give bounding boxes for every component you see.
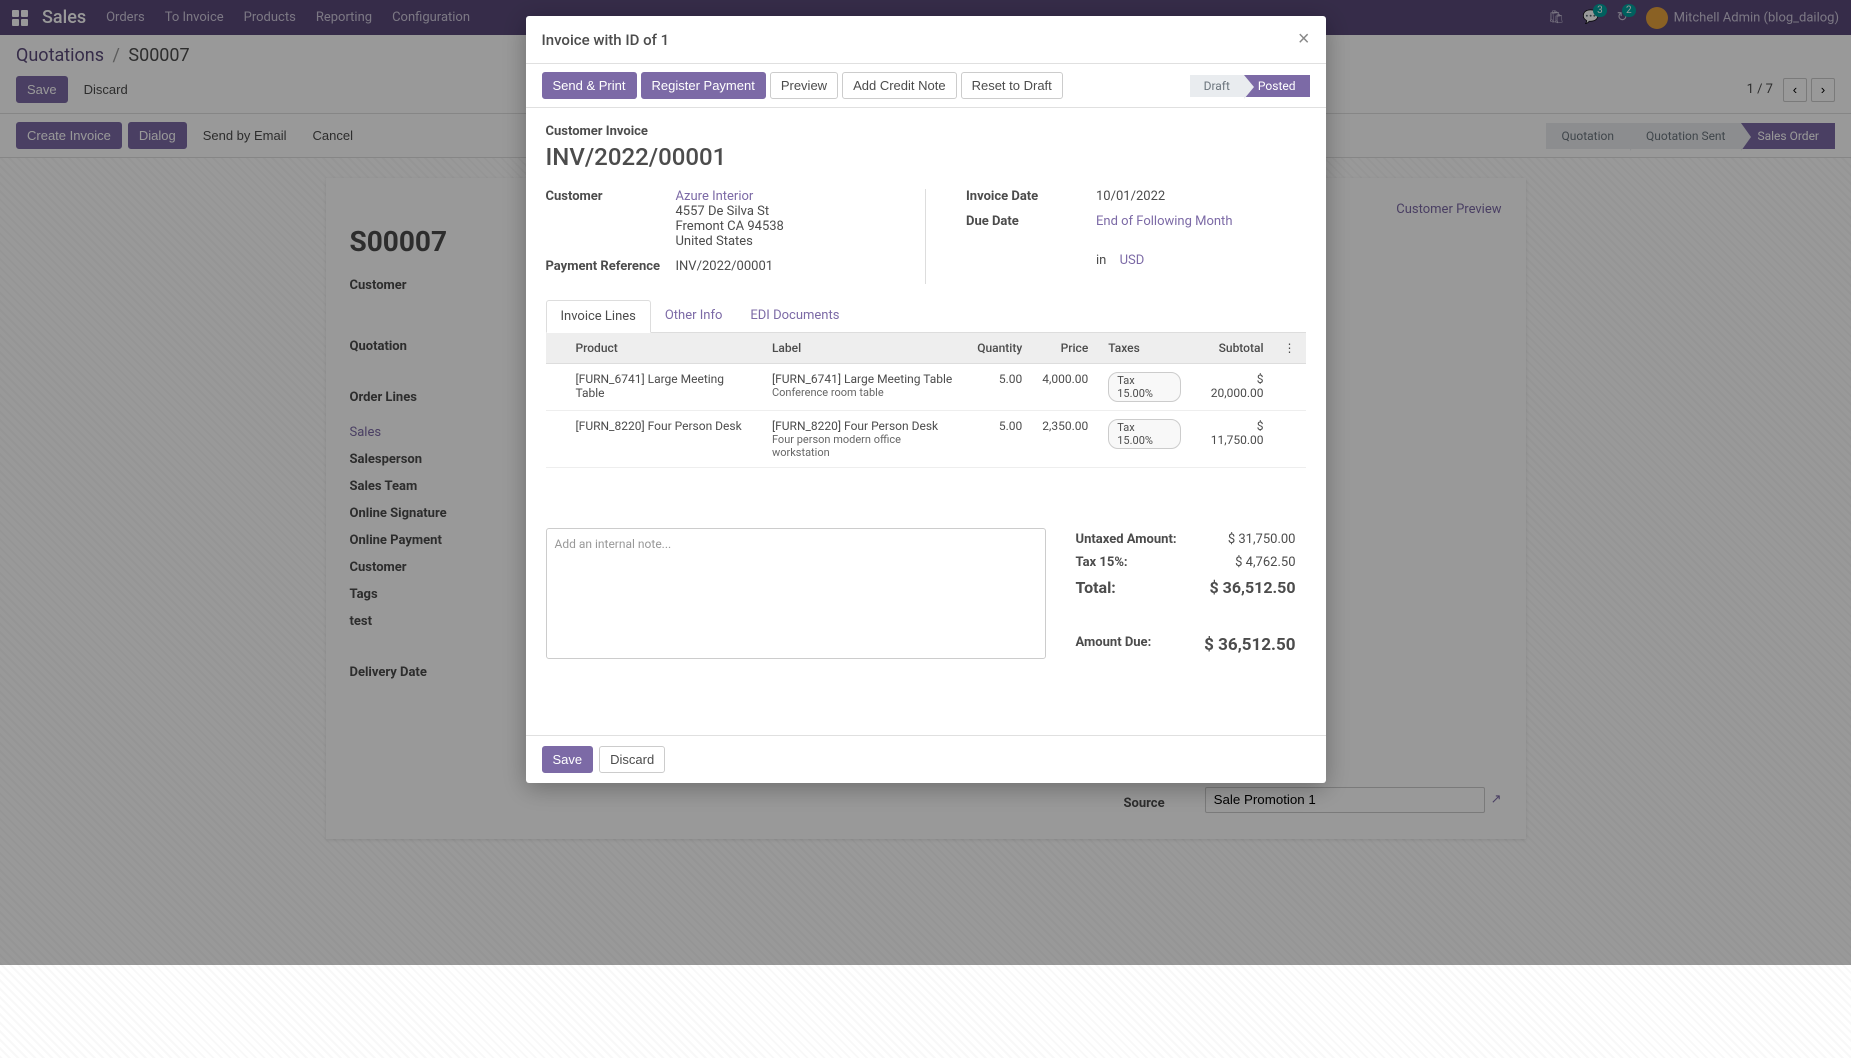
- col-taxes: Taxes: [1098, 333, 1191, 364]
- total-label: Total:: [1076, 578, 1116, 597]
- modal-title: Invoice with ID of 1: [542, 31, 670, 49]
- col-label: Label: [762, 333, 967, 364]
- untaxed-label: Untaxed Amount:: [1076, 532, 1177, 547]
- customer-label: Customer: [546, 189, 676, 249]
- payref-label: Payment Reference: [546, 259, 676, 274]
- cell-qty: 5.00: [967, 411, 1032, 468]
- cell-sublabel: Four person modern office workstation: [772, 433, 957, 459]
- cell-label: [FURN_6741] Large Meeting Table: [772, 372, 957, 386]
- modal-save-button[interactable]: Save: [542, 746, 594, 773]
- modal-overlay: Invoice with ID of 1 × Send & Print Regi…: [0, 0, 1851, 965]
- invoice-modal: Invoice with ID of 1 × Send & Print Regi…: [526, 16, 1326, 783]
- modal-discard-button[interactable]: Discard: [599, 746, 665, 773]
- cell-subtotal: $ 20,000.00: [1191, 364, 1273, 411]
- table-row[interactable]: [FURN_8220] Four Person Desk [FURN_8220]…: [546, 411, 1306, 468]
- inv-date-label: Invoice Date: [966, 189, 1096, 204]
- table-row[interactable]: [FURN_6741] Large Meeting Table [FURN_67…: [546, 364, 1306, 411]
- tax-chip: Tax 15.00%: [1108, 372, 1181, 402]
- col-product: Product: [566, 333, 762, 364]
- due-value: $ 36,512.50: [1204, 635, 1295, 655]
- cell-label: [FURN_8220] Four Person Desk: [772, 419, 957, 433]
- cell-price: 4,000.00: [1032, 364, 1098, 411]
- address-line-1: 4557 De Silva St: [676, 204, 886, 219]
- tab-invoice-lines[interactable]: Invoice Lines: [546, 300, 651, 333]
- total-value: $ 36,512.50: [1210, 578, 1296, 597]
- payref-value: INV/2022/00001: [676, 259, 886, 274]
- send-print-button[interactable]: Send & Print: [542, 72, 637, 99]
- tab-other-info[interactable]: Other Info: [651, 300, 737, 332]
- col-price: Price: [1032, 333, 1098, 364]
- internal-note-input[interactable]: Add an internal note...: [546, 528, 1046, 659]
- cell-product: [FURN_6741] Large Meeting Table: [566, 364, 762, 411]
- col-subtotal: Subtotal: [1191, 333, 1273, 364]
- invoice-number: INV/2022/00001: [546, 143, 1306, 171]
- cell-qty: 5.00: [967, 364, 1032, 411]
- tab-edi-documents[interactable]: EDI Documents: [736, 300, 853, 332]
- credit-note-button[interactable]: Add Credit Note: [842, 72, 957, 99]
- currency-link[interactable]: USD: [1120, 253, 1145, 268]
- due-date-label: Due Date: [966, 214, 1096, 268]
- tabs: Invoice Lines Other Info EDI Documents: [546, 300, 1306, 333]
- cell-subtotal: $ 11,750.00: [1191, 411, 1273, 468]
- tax-chip: Tax 15.00%: [1108, 419, 1181, 449]
- modal-statusbar: Send & Print Register Payment Preview Ad…: [526, 64, 1326, 108]
- register-payment-button[interactable]: Register Payment: [641, 72, 766, 99]
- payment-term-link[interactable]: End of Following Month: [1096, 214, 1232, 229]
- untaxed-value: $ 31,750.00: [1228, 532, 1296, 547]
- tax-value: $ 4,762.50: [1235, 555, 1295, 570]
- reset-draft-button[interactable]: Reset to Draft: [961, 72, 1063, 99]
- status-draft[interactable]: Draft: [1190, 75, 1244, 97]
- cell-sublabel: Conference room table: [772, 386, 957, 399]
- customer-link[interactable]: Azure Interior: [676, 189, 754, 204]
- totals: Untaxed Amount: $ 31,750.00 Tax 15%: $ 4,7…: [1076, 528, 1296, 659]
- preview-button[interactable]: Preview: [770, 72, 838, 99]
- invoice-type-label: Customer Invoice: [546, 124, 1306, 139]
- col-menu-icon[interactable]: ⋮: [1274, 333, 1306, 364]
- inv-date-value: 10/01/2022: [1096, 189, 1306, 204]
- currency-in-label: in: [1096, 253, 1106, 268]
- address-line-2: Fremont CA 94538: [676, 219, 886, 234]
- close-icon[interactable]: ×: [1298, 28, 1310, 51]
- due-label: Amount Due:: [1076, 635, 1152, 655]
- invoice-lines-table: Product Label Quantity Price Taxes Subto…: [546, 333, 1306, 508]
- tax-label: Tax 15%:: [1076, 555, 1128, 570]
- address-line-3: United States: [676, 234, 886, 249]
- cell-price: 2,350.00: [1032, 411, 1098, 468]
- cell-product: [FURN_8220] Four Person Desk: [566, 411, 762, 468]
- col-quantity: Quantity: [967, 333, 1032, 364]
